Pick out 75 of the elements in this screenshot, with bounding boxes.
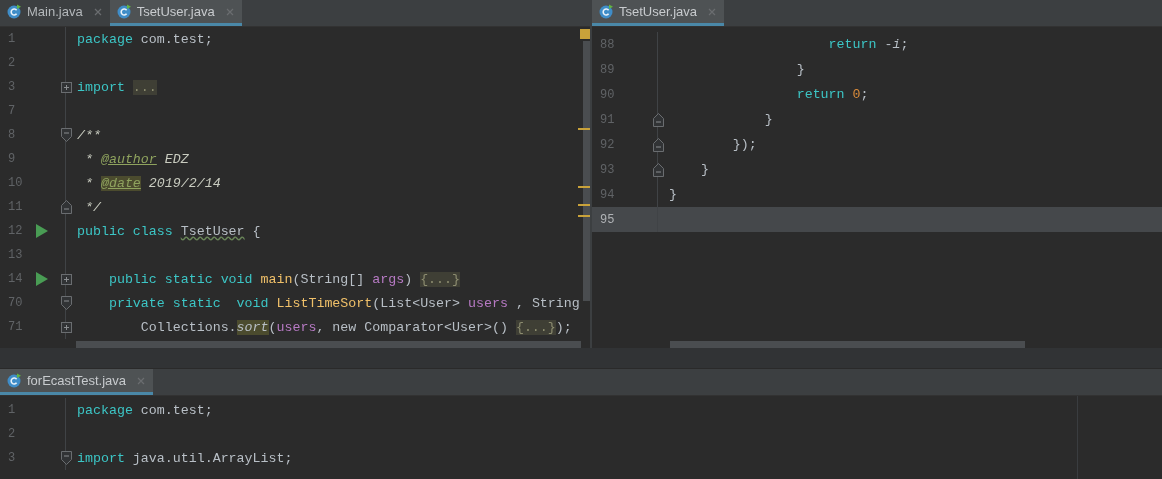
line-number: 90 (599, 87, 616, 102)
line-number: 8 (7, 128, 17, 142)
line-number: 88 (599, 37, 616, 52)
class-icon (7, 4, 22, 19)
code-line: */ (83, 199, 101, 215)
line-number: 71 (7, 320, 24, 334)
warning-mark (580, 29, 590, 39)
code-line: } (763, 112, 773, 127)
line-number: 2 (7, 56, 17, 70)
line-number: 11 (7, 200, 24, 214)
code-line: * @date 2019/2/14 (83, 175, 221, 191)
code-line: public static void main(String[] args) {...} (107, 271, 461, 287)
class-icon (7, 373, 22, 388)
fold-collapse-icon[interactable] (60, 128, 72, 142)
code-line: } (795, 62, 805, 77)
line-number: 93 (599, 162, 616, 177)
warning-mark (578, 215, 590, 217)
line-number: 12 (7, 224, 24, 238)
fold-expand-icon[interactable] (60, 321, 72, 333)
code-line: public class TsetUser { (76, 223, 261, 239)
line-number: 89 (599, 62, 616, 77)
line-number: 2 (7, 427, 17, 441)
line-number: 92 (599, 137, 616, 152)
close-icon[interactable] (93, 7, 102, 16)
code-line: }); (731, 137, 757, 152)
fold-end-icon[interactable] (652, 112, 664, 127)
line-number: 1 (7, 403, 17, 417)
code-line: private static void ListTimeSort(List<User> users , String (107, 295, 580, 311)
editor-tab[interactable]: Main.java (0, 0, 110, 26)
code-line: * @author EDZ (83, 151, 189, 167)
code-line: return 0; (795, 87, 869, 102)
line-number: 95 (599, 212, 616, 227)
line-number: 10 (7, 176, 24, 190)
code-line: package com.test; (76, 31, 213, 47)
code-line: } (699, 162, 709, 177)
close-icon[interactable] (225, 7, 234, 16)
code-line: import java.util.ArrayList; (76, 450, 293, 466)
line-number: 3 (7, 451, 17, 465)
editor-tab[interactable]: TsetUser.java (592, 0, 725, 26)
code-line: } (668, 187, 677, 202)
line-number: 1 (7, 32, 17, 46)
horizontal-scrollbar[interactable] (670, 340, 1025, 348)
editor-tab[interactable]: forEcastTest.java (0, 369, 153, 395)
warning-mark (578, 186, 590, 188)
run-icon[interactable] (36, 224, 48, 238)
code-line: /** (76, 127, 101, 143)
editor-tab[interactable]: TsetUser.java (109, 0, 242, 26)
warning-mark (578, 128, 590, 130)
run-icon[interactable] (36, 272, 48, 286)
warning-mark (578, 204, 590, 206)
fold-collapse-icon[interactable] (60, 296, 72, 310)
class-icon (599, 4, 614, 19)
fold-end-icon[interactable] (652, 162, 664, 177)
horizontal-scrollbar[interactable] (76, 340, 581, 348)
vertical-scrollbar[interactable] (583, 41, 590, 301)
line-number: 94 (599, 187, 616, 202)
code-line: package com.test; (76, 402, 213, 418)
fold-expand-icon[interactable] (60, 273, 72, 285)
code-line: import ... (76, 79, 157, 95)
fold-end-icon[interactable] (60, 200, 72, 214)
line-number: 13 (7, 248, 24, 262)
line-number: 9 (7, 152, 17, 166)
line-number: 14 (7, 272, 24, 286)
close-icon[interactable] (708, 7, 717, 16)
line-number: 7 (7, 104, 17, 118)
class-icon (116, 4, 132, 19)
fold-collapse-icon[interactable] (60, 451, 72, 465)
code-line: Collections.sort(users, new Comparator<User>() {...}); (139, 319, 572, 335)
close-icon[interactable] (137, 376, 145, 385)
line-number: 3 (7, 80, 17, 94)
line-number: 91 (599, 112, 616, 127)
fold-expand-icon[interactable] (60, 81, 72, 93)
fold-end-icon[interactable] (652, 137, 664, 152)
code-line: return -i; (827, 37, 909, 52)
line-number: 70 (7, 296, 24, 310)
